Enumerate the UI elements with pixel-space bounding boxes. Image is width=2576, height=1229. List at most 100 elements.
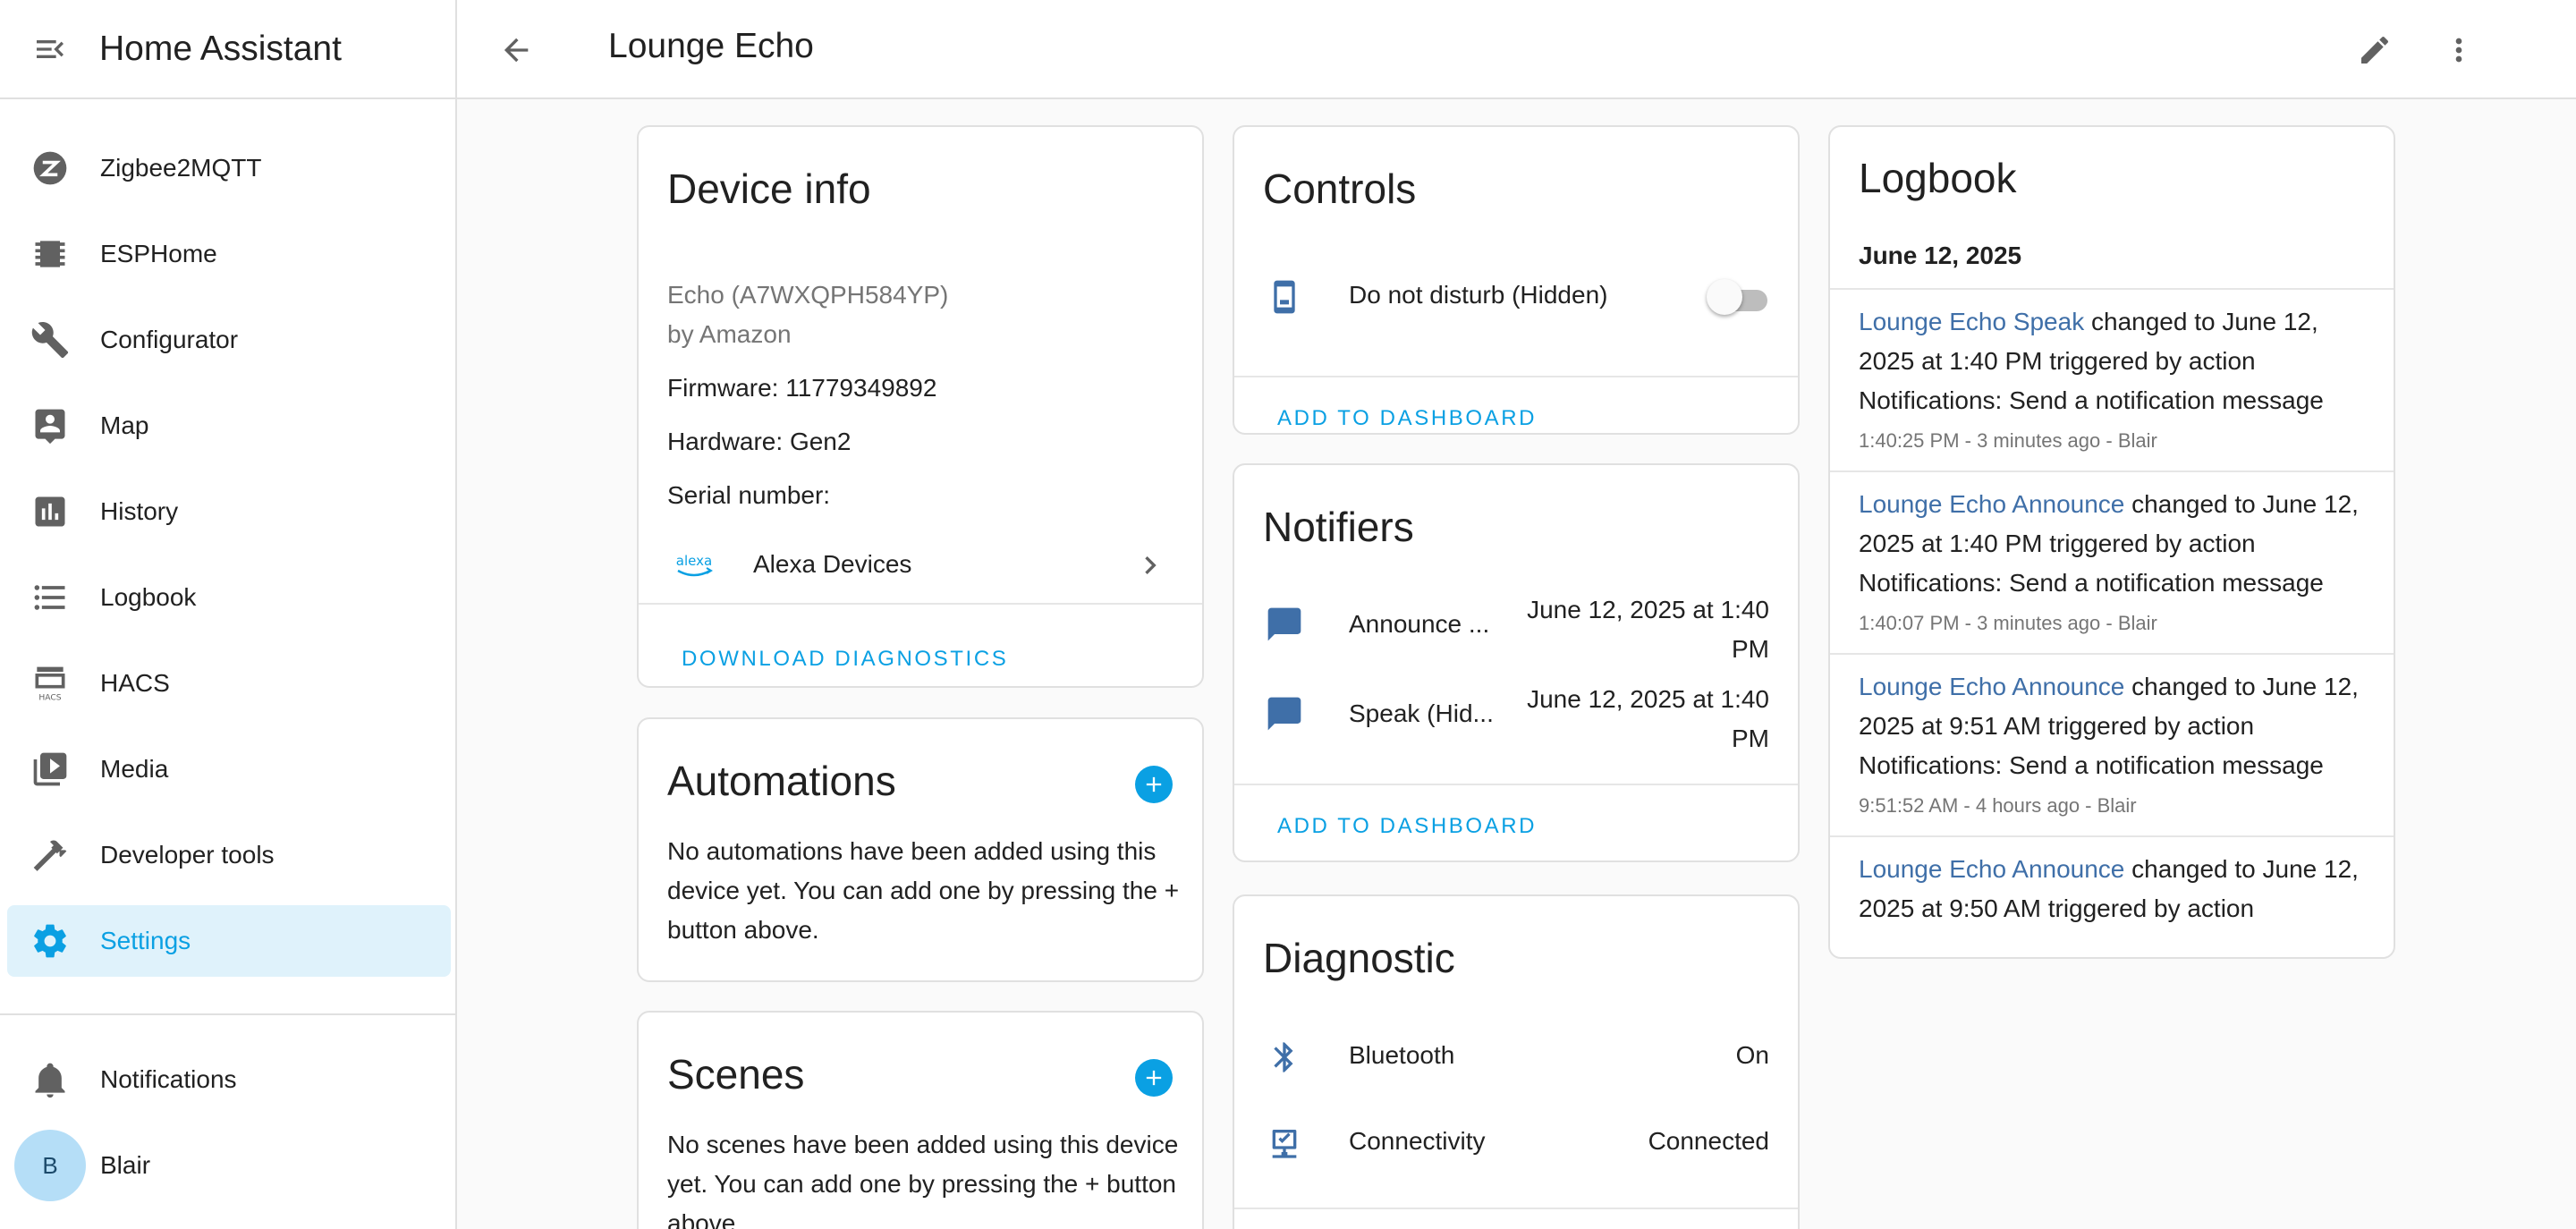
svg-text:alexa: alexa xyxy=(676,553,712,569)
top-bar: Lounge Echo xyxy=(457,0,2576,99)
entity-value: Connected xyxy=(1648,1127,1769,1155)
entity-row-announce[interactable]: Announce ... June 12, 2025 at 1:40 PM xyxy=(1234,590,1798,676)
alexa-logo: alexa xyxy=(673,549,716,585)
sidebar-divider xyxy=(0,1013,455,1015)
sidebar-item-hacs[interactable]: HACS HACS xyxy=(7,648,451,719)
controls-card: Controls Do not disturb (Hidden) ADD TO … xyxy=(1233,125,1800,435)
logbook-entity-link[interactable]: Lounge Echo Speak xyxy=(1859,308,2084,335)
toggle-knob xyxy=(1707,279,1742,315)
add-scene-button[interactable] xyxy=(1135,1059,1173,1097)
message-icon xyxy=(1263,603,1306,646)
logbook-text: 2025 at 1:40 PM triggered by action xyxy=(1859,530,2256,557)
wrench-icon xyxy=(29,318,72,361)
device-info-card: Device info Echo (A7WXQPH584YP) by Amazo… xyxy=(637,125,1204,688)
logbook-text: 2025 at 9:51 AM triggered by action xyxy=(1859,712,2255,740)
logbook-entity-link[interactable]: Lounge Echo Announce xyxy=(1859,490,2124,518)
device-hardware: Hardware: Gen2 xyxy=(667,428,852,455)
back-button[interactable] xyxy=(491,25,541,75)
sidebar-collapse-button[interactable] xyxy=(25,24,75,74)
logbook-text: changed to June 12, xyxy=(2124,855,2359,883)
more-options-button[interactable] xyxy=(2434,25,2484,75)
automations-card: Automations No automations have been add… xyxy=(637,717,1204,982)
card-divider xyxy=(639,603,1202,605)
add-to-dashboard-button[interactable]: ADD TO DASHBOARD xyxy=(1277,814,1537,839)
entity-name: Connectivity xyxy=(1349,1127,1486,1155)
logbook-date: June 12, 2025 xyxy=(1859,242,2022,269)
entity-name: Announce ... xyxy=(1349,610,1490,638)
do-not-disturb-toggle[interactable] xyxy=(1707,279,1771,315)
sidebar-item-label: Map xyxy=(100,411,149,439)
sidebar-item-history[interactable]: History xyxy=(7,476,451,547)
arrow-left-icon xyxy=(504,38,529,63)
automations-empty-text: No automations have been added using thi… xyxy=(667,837,1180,944)
card-title: Diagnostic xyxy=(1263,935,1455,981)
sidebar-item-label: ESPHome xyxy=(100,240,217,267)
entity-row-connectivity[interactable]: Connectivity Connected xyxy=(1234,1107,1798,1179)
logbook-text: Notifications: Send a notification messa… xyxy=(1859,569,2324,597)
logbook-entry: Lounge Echo Announce changed to June 12,… xyxy=(1830,837,2394,957)
logbook-entry: Lounge Echo Announce changed to June 12,… xyxy=(1830,472,2394,653)
sidebar-item-developer-tools[interactable]: Developer tools xyxy=(7,819,451,891)
sidebar-item-label: Developer tools xyxy=(100,841,275,869)
connectivity-icon xyxy=(1263,1122,1306,1165)
hammer-icon xyxy=(29,834,72,877)
device-serial: Serial number: xyxy=(667,481,831,509)
sidebar-item-label: History xyxy=(100,497,179,525)
sidebar-user-name: Blair xyxy=(100,1151,151,1179)
sidebar-item-label: Notifications xyxy=(100,1065,237,1093)
sidebar-item-label: Zigbee2MQTT xyxy=(100,154,262,182)
logbook-text: changed to June 12, xyxy=(2124,673,2359,700)
entity-row-speak[interactable]: Speak (Hid... June 12, 2025 at 1:40 PM xyxy=(1234,680,1798,766)
sidebar: Home Assistant Zigbee2MQTT ESPHome Confi… xyxy=(0,0,457,1229)
entity-name: Speak (Hid... xyxy=(1349,699,1494,727)
sidebar-item-zigbee2mqtt[interactable]: Zigbee2MQTT xyxy=(7,132,451,204)
logbook-entity-link[interactable]: Lounge Echo Announce xyxy=(1859,855,2124,883)
gear-icon xyxy=(29,920,72,962)
avatar: B xyxy=(14,1130,86,1201)
entity-name: Bluetooth xyxy=(1349,1041,1455,1069)
message-icon xyxy=(1263,692,1306,735)
sidebar-header: Home Assistant xyxy=(0,0,455,99)
logbook-meta: 1:40:25 PM - 3 minutes ago - Blair xyxy=(1859,429,2157,452)
logbook-entry: Lounge Echo Announce changed to June 12,… xyxy=(1830,655,2394,835)
scenes-card: Scenes No scenes have been added using t… xyxy=(637,1011,1204,1229)
card-title: Controls xyxy=(1263,165,1417,212)
chart-icon xyxy=(29,490,72,533)
scenes-empty-text: No scenes have been added using this dev… xyxy=(667,1131,1179,1229)
phone-icon xyxy=(1263,275,1306,318)
integration-row[interactable]: alexa Alexa Devices xyxy=(639,521,1202,610)
card-title: Automations xyxy=(667,758,896,804)
entity-value: On xyxy=(1735,1041,1769,1069)
sidebar-item-settings[interactable]: Settings xyxy=(7,905,451,977)
logbook-entity-link[interactable]: Lounge Echo Announce xyxy=(1859,673,2124,700)
card-title: Scenes xyxy=(667,1051,805,1098)
integration-name: Alexa Devices xyxy=(753,550,912,578)
entity-value-line2: PM xyxy=(1732,725,1769,752)
card-title: Device info xyxy=(667,165,871,212)
download-diagnostics-button[interactable]: DOWNLOAD DIAGNOSTICS xyxy=(682,647,1008,672)
logbook-text: changed to June 12, xyxy=(2124,490,2359,518)
logbook-meta: 1:40:07 PM - 3 minutes ago - Blair xyxy=(1859,612,2157,634)
card-title: Logbook xyxy=(1859,155,2017,201)
zigbee-icon xyxy=(29,147,72,190)
sidebar-item-esphome[interactable]: ESPHome xyxy=(7,218,451,290)
chip-icon xyxy=(29,233,72,275)
sidebar-item-media[interactable]: Media xyxy=(7,733,451,805)
entity-row-bluetooth[interactable]: Bluetooth On xyxy=(1234,1021,1798,1093)
sidebar-item-label: Media xyxy=(100,755,169,783)
logbook-meta: 9:51:52 AM - 4 hours ago - Blair xyxy=(1859,794,2137,817)
edit-button[interactable] xyxy=(2350,25,2400,75)
entity-value-line1: June 12, 2025 at 1:40 xyxy=(1527,596,1769,623)
plus-icon xyxy=(1146,1070,1162,1086)
card-title: Notifiers xyxy=(1263,504,1414,550)
add-to-dashboard-button[interactable]: ADD TO DASHBOARD xyxy=(1277,406,1537,431)
plus-icon xyxy=(1146,776,1162,792)
entity-row-do-not-disturb[interactable]: Do not disturb (Hidden) xyxy=(1234,261,1798,333)
sidebar-item-user[interactable]: B Blair xyxy=(7,1130,451,1201)
sidebar-item-notifications[interactable]: Notifications xyxy=(7,1044,451,1115)
logbook-text: Notifications: Send a notification messa… xyxy=(1859,386,2324,414)
sidebar-item-logbook[interactable]: Logbook xyxy=(7,562,451,633)
sidebar-item-map[interactable]: Map xyxy=(7,390,451,462)
sidebar-item-configurator[interactable]: Configurator xyxy=(7,304,451,376)
add-automation-button[interactable] xyxy=(1135,766,1173,803)
